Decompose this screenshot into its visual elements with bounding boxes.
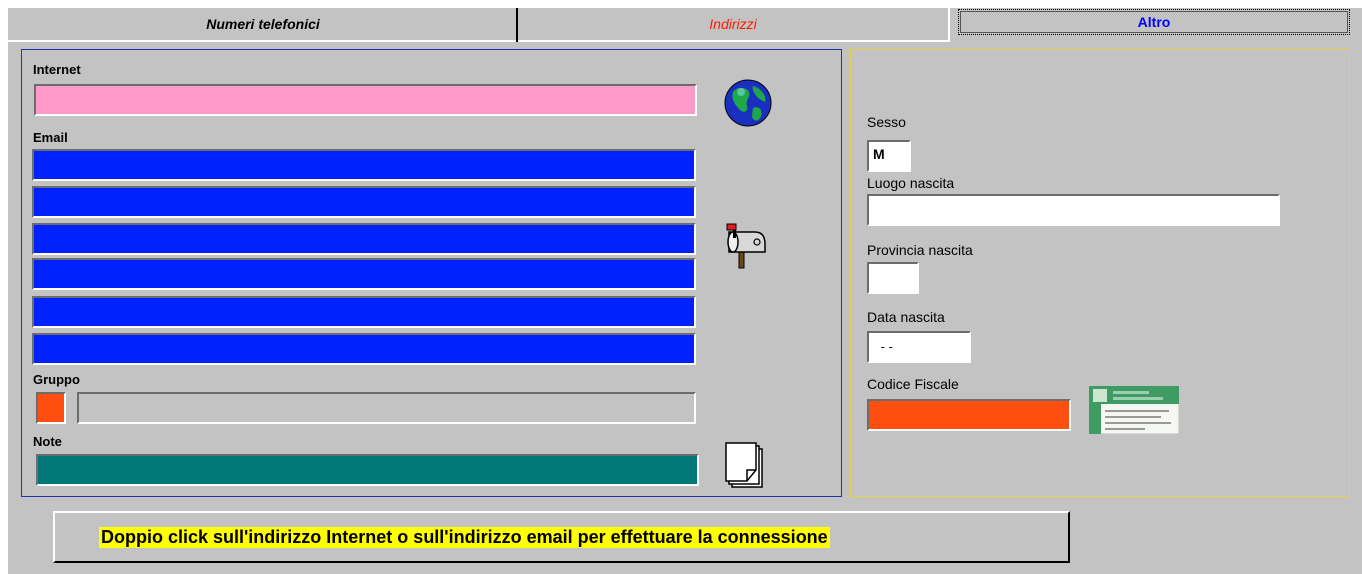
sesso-label: Sesso: [867, 114, 906, 130]
connection-hint-text: Doppio click sull'indirizzo Internet o s…: [99, 526, 830, 548]
tab-label: Altro: [1137, 14, 1171, 30]
gruppo-field[interactable]: [77, 392, 696, 424]
tab-numeri-telefonici[interactable]: Numeri telefonici: [8, 8, 518, 42]
luogo-nascita-field[interactable]: [867, 194, 1280, 226]
tax-card-icon[interactable]: [1088, 385, 1180, 439]
luogo-nascita-label: Luogo nascita: [867, 175, 955, 191]
tab-indirizzi[interactable]: Indirizzi: [518, 8, 950, 42]
email-field-2[interactable]: [32, 186, 696, 218]
contacts-panel: Internet Email Gruppo Note: [21, 49, 842, 497]
codice-fiscale-label: Codice Fiscale: [867, 376, 959, 392]
provincia-nascita-label: Provincia nascita: [867, 242, 973, 258]
note-pages-icon[interactable]: [725, 442, 767, 495]
data-nascita-label: Data nascita: [867, 309, 945, 325]
sesso-field[interactable]: M: [867, 140, 911, 172]
note-field[interactable]: [36, 454, 699, 486]
email-field-1[interactable]: [32, 149, 696, 181]
email-label: Email: [33, 130, 68, 145]
internet-label: Internet: [33, 62, 81, 77]
gruppo-label: Gruppo: [33, 372, 80, 387]
connection-hint-button[interactable]: Doppio click sull'indirizzo Internet o s…: [53, 511, 1070, 563]
email-field-4[interactable]: [32, 258, 696, 290]
mailbox-icon[interactable]: [725, 222, 769, 277]
data-nascita-field[interactable]: - -: [867, 331, 971, 363]
gruppo-color-swatch[interactable]: [36, 392, 66, 424]
tab-label: Indirizzi: [709, 16, 757, 32]
tab-altro[interactable]: Altro: [958, 9, 1350, 35]
internet-field[interactable]: [34, 84, 697, 116]
note-label: Note: [33, 434, 62, 449]
tab-label: Numeri telefonici: [206, 16, 320, 32]
globe-icon[interactable]: [723, 78, 773, 133]
personal-info-panel: Sesso M Luogo nascita Provincia nascita …: [850, 49, 1350, 497]
email-field-5[interactable]: [32, 296, 696, 328]
codice-fiscale-field[interactable]: [867, 399, 1071, 431]
provincia-nascita-field[interactable]: [867, 262, 919, 294]
email-field-3[interactable]: [32, 223, 696, 255]
email-field-6[interactable]: [32, 333, 696, 365]
app-window: Numeri telefonici Indirizzi Altro Intern…: [8, 8, 1362, 574]
